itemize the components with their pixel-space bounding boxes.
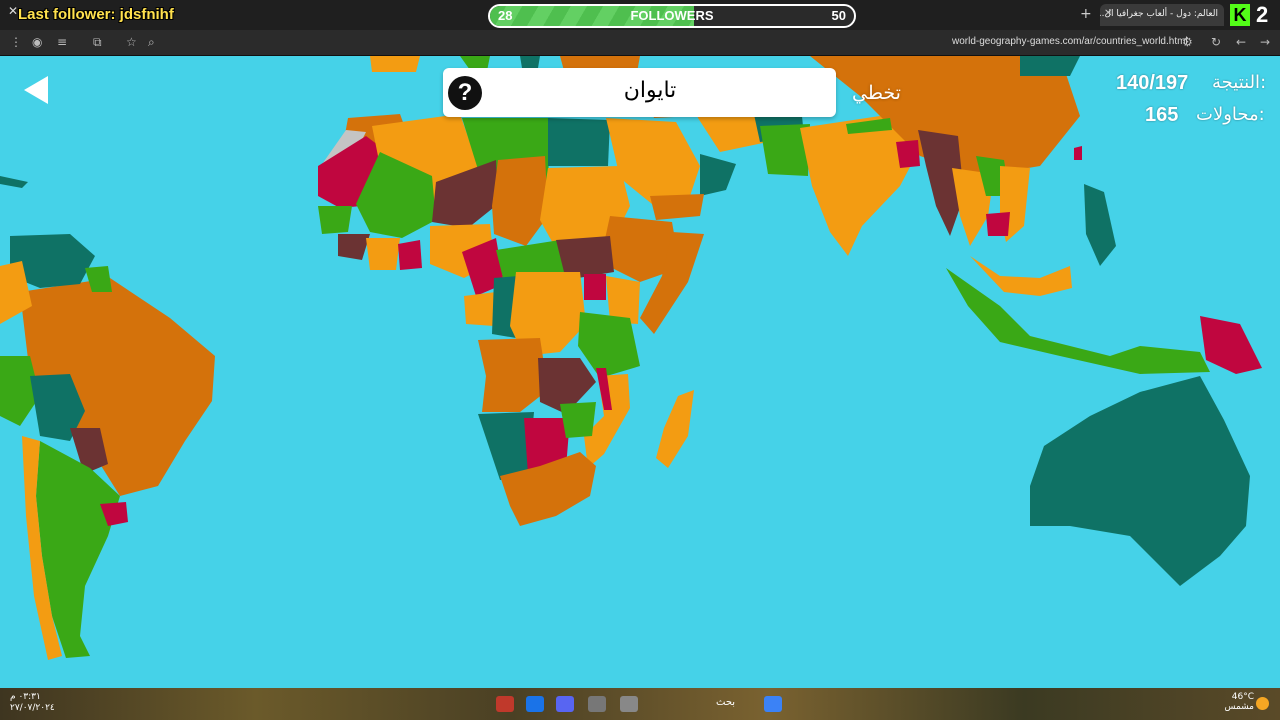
country-cuba[interactable] — [0, 176, 28, 188]
extensions-icon[interactable]: ⧉ — [93, 35, 102, 50]
country-tanzania[interactable] — [578, 312, 640, 378]
windows-start-icon[interactable] — [764, 696, 782, 712]
browser-tab[interactable]: العالم: دول - ألعاب جغرافيا ال... — [1100, 4, 1224, 26]
site-settings-icon[interactable]: ⚙ — [1182, 35, 1193, 49]
taskbar-clock[interactable]: ٠٣:٣١ م ٢٧/٠٧/٢٠٢٤ — [10, 692, 55, 714]
country-taiwan[interactable] — [1074, 146, 1082, 160]
zoom-icon[interactable]: ⌕ — [148, 35, 155, 50]
country-zimbabwe[interactable] — [560, 402, 596, 438]
clock-date: ٢٧/٠٧/٢٠٢٤ — [10, 703, 55, 713]
kick-logo-icon: K — [1230, 4, 1250, 26]
screen: ✕ Last follower: jdsfnihf 28 FOLLOWERS 5… — [0, 0, 1280, 720]
country-australia[interactable] — [1030, 376, 1250, 586]
weather-desc: مشمس — [1224, 702, 1254, 712]
country-indonesia[interactable] — [946, 268, 1210, 374]
country-egypt[interactable] — [548, 118, 610, 166]
attempts-value: 165 — [1145, 104, 1179, 126]
followers-label: FOLLOWERS — [630, 8, 714, 23]
app-icon-discord[interactable] — [556, 696, 574, 712]
forward-arrow-icon[interactable]: → — [1260, 35, 1270, 49]
country-greece[interactable] — [520, 56, 540, 68]
last-follower-text: Last follower: jdsfnihf — [18, 6, 174, 23]
country-malaysia[interactable] — [970, 256, 1072, 296]
weather-widget[interactable]: 46°C مشمس — [1224, 692, 1254, 712]
globe-icon[interactable]: ◉ — [32, 35, 42, 49]
score-label: النتيجة: — [1212, 72, 1267, 93]
close-icon[interactable]: ✕ — [8, 4, 18, 18]
reader-icon[interactable]: ≡ — [57, 35, 67, 49]
country-papua-new-guinea[interactable] — [1200, 316, 1262, 374]
score-value: 140/197 — [1116, 72, 1189, 94]
country-ivory-coast[interactable] — [366, 238, 400, 270]
country-angola[interactable] — [478, 338, 548, 412]
country-gabon[interactable] — [464, 292, 496, 326]
country-cambodia[interactable] — [986, 212, 1010, 236]
app-icon-files[interactable] — [588, 696, 606, 712]
weather-temp: 46°C — [1231, 692, 1254, 702]
country-oman[interactable] — [700, 154, 736, 196]
app-icon-tv[interactable] — [620, 696, 638, 712]
address-bar[interactable]: world-geography-games.com/ar/countries_w… — [952, 36, 1188, 47]
new-tab-icon[interactable]: + — [1080, 6, 1092, 22]
country-spain[interactable] — [370, 56, 420, 72]
menu-icon[interactable]: ⋮ — [10, 35, 22, 49]
tab-close-icon[interactable]: ✕ — [1104, 8, 1112, 19]
taskbar-search[interactable]: بحث — [716, 697, 735, 708]
followers-progress-bar: 28 FOLLOWERS 50 — [488, 4, 856, 28]
country-senegal[interactable] — [318, 206, 352, 234]
clock-time: ٠٣:٣١ م — [10, 692, 41, 702]
followers-goal: 50 — [831, 8, 846, 23]
back-arrow-icon[interactable]: ← — [1236, 35, 1246, 49]
country-mongolia[interactable] — [1020, 56, 1080, 76]
attempts-label: محاولات: — [1196, 104, 1265, 125]
windows-taskbar — [0, 688, 1280, 720]
sun-icon — [1256, 697, 1269, 710]
app-icon-record[interactable] — [496, 696, 514, 712]
country-philippines[interactable] — [1084, 184, 1116, 266]
help-icon[interactable]: ? — [448, 76, 482, 110]
map-svg[interactable] — [0, 56, 1280, 688]
reload-icon[interactable]: ↻ — [1211, 35, 1221, 49]
back-button[interactable] — [22, 74, 50, 106]
country-madagascar[interactable] — [656, 390, 694, 468]
target-country-name: تايوان — [623, 78, 677, 103]
country-uganda[interactable] — [584, 274, 606, 300]
bookmark-star-icon[interactable]: ☆ — [126, 35, 137, 49]
world-map[interactable] — [0, 56, 1280, 688]
country-bangladesh[interactable] — [896, 140, 920, 168]
country-chad[interactable] — [492, 156, 548, 246]
country-guinea[interactable] — [338, 234, 370, 260]
country-ghana[interactable] — [398, 240, 422, 270]
skip-button[interactable]: تخطي — [852, 82, 901, 104]
app-icon-chrome[interactable] — [526, 696, 544, 712]
kick-count: 2 — [1256, 2, 1269, 27]
country-yemen[interactable] — [650, 194, 704, 220]
